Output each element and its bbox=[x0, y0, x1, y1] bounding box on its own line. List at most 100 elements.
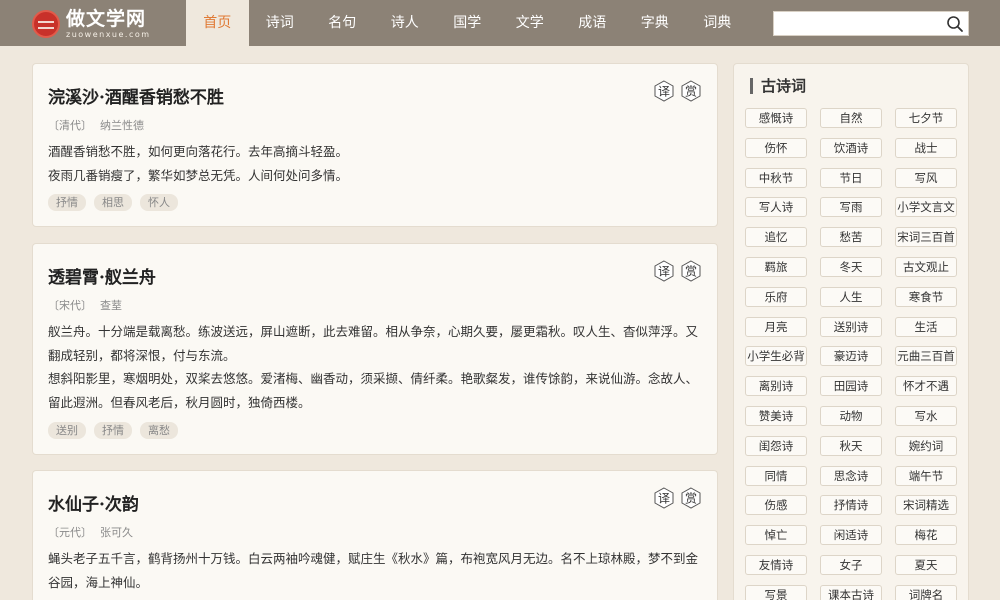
poem-card: 水仙子·次韵 译 赏 〔元代〕 张可久 蝇头老子五千言，鹤背扬州十万钱。白云两袖吟… bbox=[32, 470, 718, 600]
category-link[interactable]: 赞美诗 bbox=[745, 405, 807, 426]
category-link[interactable]: 写雨 bbox=[820, 197, 882, 218]
category-link[interactable]: 写人诗 bbox=[745, 197, 807, 218]
sidebar-title: 古诗词 bbox=[750, 78, 806, 94]
appreciate-button[interactable]: 赏 bbox=[680, 260, 702, 282]
nav-item-poets[interactable]: 诗人 bbox=[374, 0, 437, 46]
category-link[interactable]: 乐府 bbox=[745, 286, 807, 307]
category-link[interactable]: 离别诗 bbox=[745, 376, 807, 397]
nav-item-quotes[interactable]: 名句 bbox=[311, 0, 374, 46]
category-link[interactable]: 伤怀 bbox=[745, 137, 807, 158]
poem-tag[interactable]: 抒情 bbox=[94, 422, 132, 439]
category-link[interactable]: 古文观止 bbox=[895, 256, 957, 277]
svg-text:赏: 赏 bbox=[685, 265, 697, 279]
poem-meta: 〔宋代〕 查荎 bbox=[48, 297, 122, 313]
category-link[interactable]: 秋天 bbox=[820, 435, 882, 456]
translate-button[interactable]: 译 bbox=[653, 80, 675, 102]
category-link[interactable]: 悼亡 bbox=[745, 525, 807, 546]
category-link[interactable]: 友情诗 bbox=[745, 554, 807, 575]
category-link[interactable]: 宋词三百首 bbox=[895, 227, 957, 248]
svg-text:赏: 赏 bbox=[685, 492, 697, 506]
category-link[interactable]: 伤感 bbox=[745, 495, 807, 516]
poem-dynasty[interactable]: 〔宋代〕 bbox=[48, 299, 92, 312]
category-link[interactable]: 节日 bbox=[820, 167, 882, 188]
poem-dynasty[interactable]: 〔元代〕 bbox=[48, 526, 92, 539]
poem-tag[interactable]: 怀人 bbox=[140, 194, 178, 211]
poem-actions: 译 赏 bbox=[653, 487, 702, 509]
category-link[interactable]: 月亮 bbox=[745, 316, 807, 337]
category-link[interactable]: 送别诗 bbox=[820, 316, 882, 337]
category-link[interactable]: 写水 bbox=[895, 405, 957, 426]
category-link[interactable]: 小学文言文 bbox=[895, 197, 957, 218]
category-link[interactable]: 梅花 bbox=[895, 525, 957, 546]
search-input[interactable] bbox=[774, 12, 940, 35]
poem-tag[interactable]: 相思 bbox=[94, 194, 132, 211]
poem-title[interactable]: 浣溪沙·酒醒香销愁不胜 bbox=[48, 83, 224, 108]
poem-title[interactable]: 透碧霄·舣兰舟 bbox=[48, 263, 156, 288]
category-link[interactable]: 端午节 bbox=[895, 465, 957, 486]
poem-author[interactable]: 张可久 bbox=[100, 526, 133, 539]
category-link[interactable]: 生活 bbox=[895, 316, 957, 337]
category-link[interactable]: 写风 bbox=[895, 167, 957, 188]
category-link[interactable]: 田园诗 bbox=[820, 376, 882, 397]
poem-meta: 〔清代〕 纳兰性德 bbox=[48, 117, 144, 133]
nav-item-home[interactable]: 首页 bbox=[186, 0, 249, 46]
category-link[interactable]: 同情 bbox=[745, 465, 807, 486]
appreciate-button[interactable]: 赏 bbox=[680, 80, 702, 102]
category-link[interactable]: 豪迈诗 bbox=[820, 346, 882, 367]
category-link[interactable]: 抒情诗 bbox=[820, 495, 882, 516]
search-icon[interactable] bbox=[946, 15, 964, 33]
category-link[interactable]: 课本古诗 bbox=[820, 584, 882, 600]
category-link[interactable]: 人生 bbox=[820, 286, 882, 307]
category-link[interactable]: 追忆 bbox=[745, 227, 807, 248]
category-link[interactable]: 宋词精选 bbox=[895, 495, 957, 516]
category-link[interactable]: 写景 bbox=[745, 584, 807, 600]
poem-tag[interactable]: 离愁 bbox=[140, 422, 178, 439]
appreciate-button[interactable]: 赏 bbox=[680, 487, 702, 509]
poem-author[interactable]: 纳兰性德 bbox=[100, 119, 144, 132]
translate-button[interactable]: 译 bbox=[653, 260, 675, 282]
category-link[interactable]: 婉约词 bbox=[895, 435, 957, 456]
poem-tags: 抒情 相思 怀人 bbox=[48, 194, 178, 211]
poem-actions: 译 赏 bbox=[653, 260, 702, 282]
poem-tag[interactable]: 送别 bbox=[48, 422, 86, 439]
category-link[interactable]: 女子 bbox=[820, 554, 882, 575]
svg-text:赏: 赏 bbox=[685, 85, 697, 99]
category-link[interactable]: 羁旅 bbox=[745, 256, 807, 277]
category-link[interactable]: 愁苦 bbox=[820, 227, 882, 248]
category-link[interactable]: 词牌名 bbox=[895, 584, 957, 600]
svg-text:译: 译 bbox=[658, 265, 670, 279]
nav-item-guoxue[interactable]: 国学 bbox=[436, 0, 499, 46]
category-link[interactable]: 中秋节 bbox=[745, 167, 807, 188]
category-link[interactable]: 思念诗 bbox=[820, 465, 882, 486]
poem-dynasty[interactable]: 〔清代〕 bbox=[48, 119, 92, 132]
category-link[interactable]: 动物 bbox=[820, 405, 882, 426]
category-link[interactable]: 战士 bbox=[895, 137, 957, 158]
poem-content: 酒醒香销愁不胜，如何更向落花行。去年高摘斗轻盈。 夜雨几番销瘦了，繁华如梦总无凭… bbox=[48, 140, 708, 187]
poem-title[interactable]: 水仙子·次韵 bbox=[48, 490, 139, 515]
poem-line: 夜雨几番销瘦了，繁华如梦总无凭。人间何处问多情。 bbox=[48, 167, 349, 183]
category-link[interactable]: 元曲三百首 bbox=[895, 346, 957, 367]
site-title: 做文学网 bbox=[66, 8, 147, 30]
category-link[interactable]: 饮酒诗 bbox=[820, 137, 882, 158]
category-link[interactable]: 怀才不遇 bbox=[895, 376, 957, 397]
category-link[interactable]: 闲适诗 bbox=[820, 525, 882, 546]
category-link[interactable]: 闺怨诗 bbox=[745, 435, 807, 456]
poem-author[interactable]: 查荎 bbox=[100, 299, 122, 312]
category-link[interactable]: 冬天 bbox=[820, 256, 882, 277]
category-link[interactable]: 夏天 bbox=[895, 554, 957, 575]
category-link[interactable]: 感慨诗 bbox=[745, 108, 807, 128]
site-logo[interactable]: 做文学网 zuowenxue.com bbox=[32, 8, 162, 40]
translate-button[interactable]: 译 bbox=[653, 487, 675, 509]
nav-item-literature[interactable]: 文学 bbox=[499, 0, 562, 46]
category-link[interactable]: 七夕节 bbox=[895, 108, 957, 128]
nav-item-lexicon[interactable]: 词典 bbox=[686, 0, 749, 46]
category-grid: 感慨诗 自然 七夕节伤怀 饮酒诗 战士中秋节 节日 写风写人诗 写雨 小学文言文追忆 愁苦 宋词三百… bbox=[745, 108, 957, 600]
site-domain: zuowenxue.com bbox=[66, 30, 151, 39]
category-link[interactable]: 寒食节 bbox=[895, 286, 957, 307]
nav-item-poetry[interactable]: 诗词 bbox=[249, 0, 312, 46]
category-link[interactable]: 自然 bbox=[820, 108, 882, 128]
poem-tag[interactable]: 抒情 bbox=[48, 194, 86, 211]
nav-item-dictionary[interactable]: 字典 bbox=[624, 0, 687, 46]
category-link[interactable]: 小学生必背 bbox=[745, 346, 807, 367]
nav-item-idioms[interactable]: 成语 bbox=[561, 0, 624, 46]
